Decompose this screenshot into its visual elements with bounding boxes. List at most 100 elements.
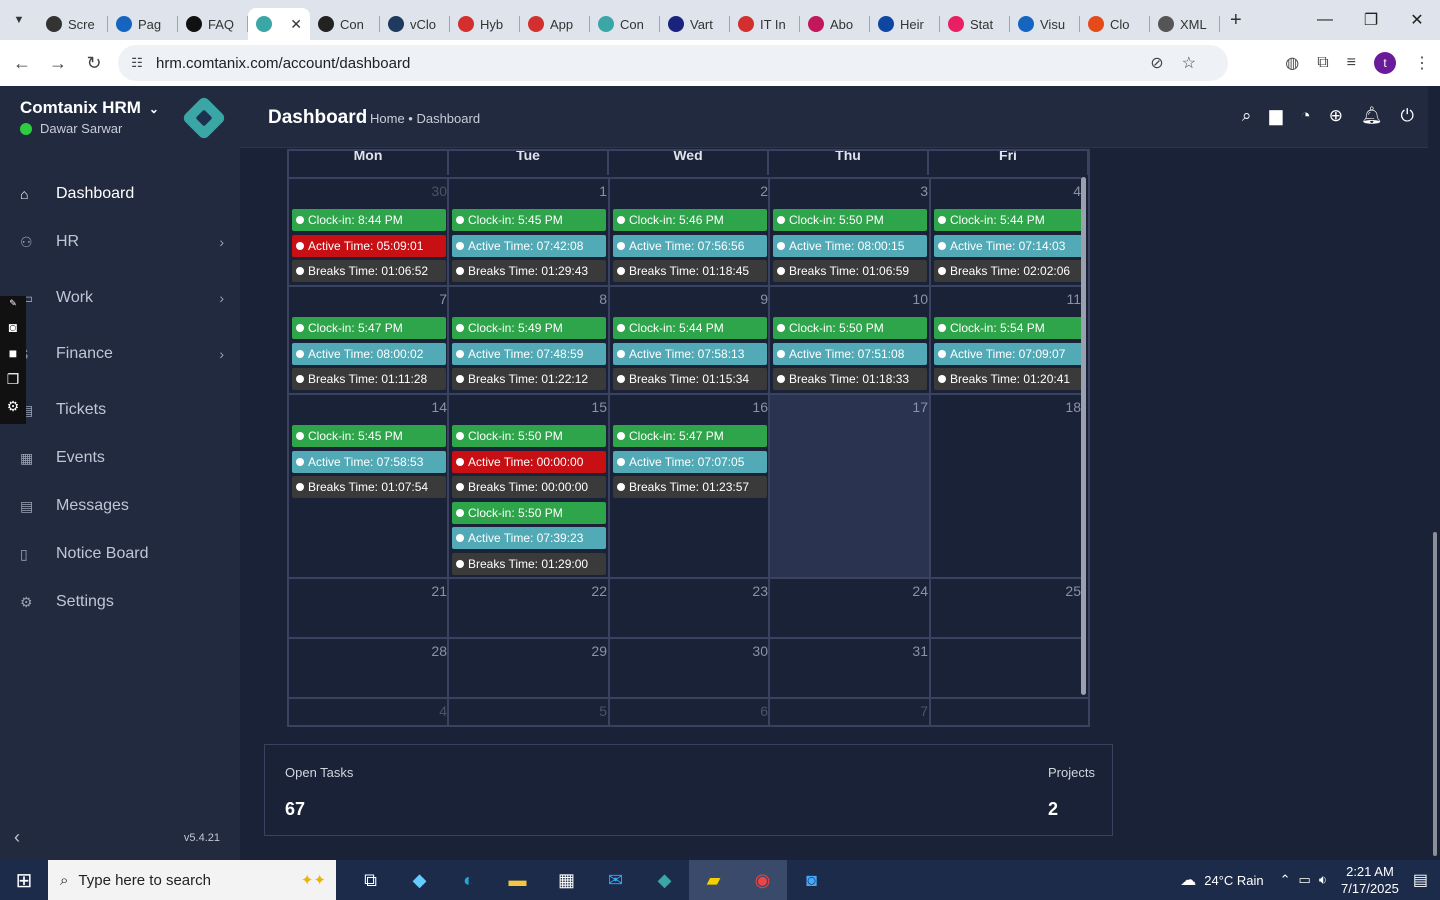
day-number[interactable]: 11 [1051,291,1081,307]
attendance-event[interactable]: Clock-in: 8:44 PM [292,209,446,231]
attendance-event[interactable]: Breaks Time: 01:29:43 [452,260,606,282]
today-cell[interactable] [770,395,929,577]
attendance-event[interactable]: Clock-in: 5:54 PM [934,317,1084,339]
day-number[interactable]: 30 [417,183,447,199]
attendance-event[interactable]: Breaks Time: 01:06:52 [292,260,446,282]
reload-button[interactable]: ↻ [76,53,112,74]
sidebar-item-tickets[interactable]: ▤ Tickets [0,390,240,430]
attendance-event[interactable]: Breaks Time: 01:29:00 [452,552,606,575]
browser-tab[interactable]: IT In [730,8,800,40]
close-tab-icon[interactable]: ✕ [290,16,302,33]
clock-icon[interactable]: ◔ [1300,106,1310,126]
day-number[interactable]: 23 [738,583,768,599]
task-view-icon[interactable]: ⧉ [346,860,395,900]
day-number[interactable]: 2 [738,183,768,199]
edge-icon[interactable]: ◐ [444,860,493,900]
browser-tab[interactable]: FAQ [178,8,248,40]
extensions-icon[interactable]: ⧉ [1317,54,1328,72]
calendar-scrollbar[interactable] [1081,177,1088,697]
day-number[interactable]: 22 [577,583,607,599]
attendance-event[interactable]: Breaks Time: 01:18:45 [613,260,767,282]
copilot-icon[interactable]: ◆ [395,860,444,900]
site-info-icon[interactable]: ☷ [118,55,156,71]
day-number[interactable]: 24 [898,583,928,599]
browser-tab[interactable]: ✕ [248,8,310,40]
translate-icon[interactable]: ◍ [1285,53,1299,73]
attendance-event[interactable]: Breaks Time: 02:02:06 [934,260,1084,282]
attendance-event[interactable]: Breaks Time: 01:20:41 [934,368,1084,390]
attendance-event[interactable]: Active Time: 07:07:05 [613,450,767,473]
attendance-event[interactable]: Active Time: 08:00:15 [773,234,927,257]
attendance-event[interactable]: Clock-in: 5:50 PM [773,317,927,339]
attendance-event[interactable]: Clock-in: 5:49 PM [452,317,606,339]
browser-tab[interactable]: Pag [108,8,178,40]
attendance-event[interactable]: Active Time: 00:00:00 [452,450,606,473]
attendance-event[interactable]: Breaks Time: 01:15:34 [613,368,767,390]
day-number[interactable]: 9 [738,291,768,307]
attendance-event[interactable]: Breaks Time: 01:11:28 [292,368,446,390]
day-number[interactable]: 1 [577,183,607,199]
attendance-event[interactable]: Active Time: 07:48:59 [452,342,606,365]
url-text[interactable]: hrm.comtanix.com/account/dashboard [156,55,410,72]
day-number[interactable]: 18 [1051,399,1081,415]
attendance-event[interactable]: Active Time: 07:51:08 [773,342,927,365]
sidebar-item-messages[interactable]: ▤ Messages [0,486,240,526]
attendance-event[interactable]: Clock-in: 5:50 PM [773,209,927,231]
day-number[interactable]: 14 [417,399,447,415]
attendance-event[interactable]: Clock-in: 5:44 PM [613,317,767,339]
minimize-button[interactable]: — [1302,0,1348,40]
sticky-notes-icon[interactable]: ▰ [689,860,738,900]
attendance-event[interactable]: Active Time: 07:14:03 [934,234,1084,257]
day-number[interactable]: 16 [738,399,768,415]
attendance-event[interactable]: Breaks Time: 01:06:59 [773,260,927,282]
day-number[interactable]: 30 [738,643,768,659]
sidebar-item-settings[interactable]: ⚙ Settings [0,582,240,622]
page-scrollbar[interactable] [1428,86,1440,860]
attendance-event[interactable]: Clock-in: 5:45 PM [292,425,446,447]
attendance-event[interactable]: Active Time: 07:58:13 [613,342,767,365]
day-number[interactable]: 29 [577,643,607,659]
start-button[interactable]: ⊞ [0,860,48,900]
file-explorer-icon[interactable]: ▬ [493,860,542,900]
clock[interactable]: 2:21 AM 7/17/2025 [1341,863,1399,897]
add-icon[interactable]: ⊕ [1329,106,1343,126]
copy-icon[interactable]: ❐ [7,371,20,388]
browser-tab[interactable]: Visu [1010,8,1080,40]
attendance-event[interactable]: Clock-in: 5:47 PM [292,317,446,339]
browser-tab[interactable]: Con [310,8,380,40]
attendance-event[interactable]: Breaks Time: 01:22:12 [452,368,606,390]
attendance-event[interactable]: Clock-in: 5:44 PM [934,209,1084,231]
restore-button[interactable]: ❐ [1348,0,1394,40]
day-number[interactable]: 7 [417,291,447,307]
day-number[interactable]: 28 [417,643,447,659]
video-icon[interactable]: ■ [9,345,17,361]
chrome-icon[interactable]: ◉ [738,860,787,900]
attendance-event[interactable]: Clock-in: 5:45 PM [452,209,606,231]
browser-tab[interactable]: vClo [380,8,450,40]
day-number[interactable]: 5 [577,703,607,719]
attendance-event[interactable]: Clock-in: 5:46 PM [613,209,767,231]
browser-menu-icon[interactable]: ⋮ [1414,53,1430,73]
hrm-app-icon[interactable]: ◆ [640,860,689,900]
browser-tab[interactable]: Hyb [450,8,520,40]
collapse-sidebar-icon[interactable]: ‹ [14,827,20,848]
day-number[interactable]: 17 [898,399,928,415]
attendance-event[interactable]: Active Time: 08:00:02 [292,342,446,365]
attendance-event[interactable]: Clock-in: 5:47 PM [613,425,767,447]
day-number[interactable]: 4 [417,703,447,719]
day-number[interactable]: 10 [898,291,928,307]
sidebar-item-hr[interactable]: ⚇ HR › [0,222,240,262]
attendance-event[interactable]: Breaks Time: 01:07:54 [292,476,446,498]
browser-tab[interactable]: XML [1150,8,1220,40]
browser-tab[interactable]: Abo [800,8,870,40]
pen-icon[interactable]: ✎ [9,298,17,309]
notifications-icon[interactable]: ▤ [1413,870,1428,890]
forward-button[interactable]: → [40,53,76,74]
new-tab-button[interactable]: + [1230,9,1242,32]
close-window-button[interactable]: ✕ [1394,0,1440,40]
attendance-event[interactable]: Clock-in: 5:50 PM [452,425,606,447]
attendance-event[interactable]: Active Time: 07:09:07 [934,342,1084,365]
brand-switcher[interactable]: Comtanix HRM ⌄ [20,98,159,118]
search-icon[interactable]: ⌕ [1242,106,1252,126]
power-icon[interactable]: ⏻ [1401,106,1414,126]
